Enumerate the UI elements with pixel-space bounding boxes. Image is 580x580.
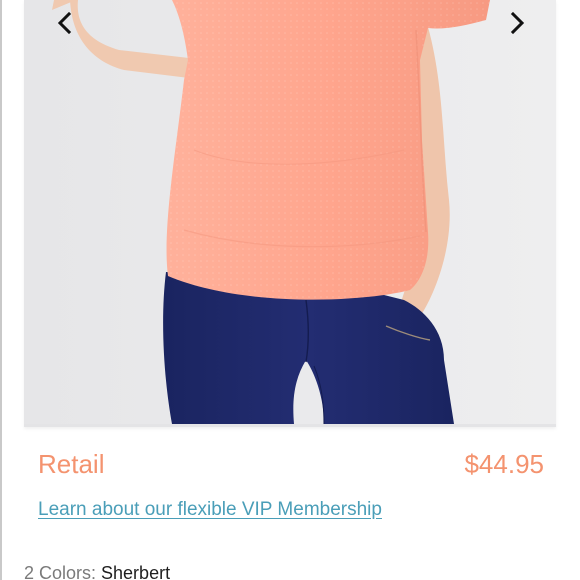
vip-membership-link[interactable]: Learn about our flexible VIP Membership (38, 496, 382, 524)
carousel-next-button[interactable] (502, 8, 532, 38)
page-edge-divider (0, 0, 2, 580)
product-detail-page: Retail $44.95 Learn about our flexible V… (0, 0, 580, 580)
product-image-carousel[interactable] (24, 0, 556, 427)
price-value: $44.95 (464, 449, 544, 479)
carousel-prev-button[interactable] (50, 8, 80, 38)
color-count-label: 2 Colors: (24, 563, 102, 580)
price-row: Retail $44.95 (38, 446, 544, 484)
color-count-row: 2 Colors: Sherbert (24, 561, 170, 580)
chevron-right-icon (510, 12, 525, 34)
selected-color-name: Sherbert (101, 563, 171, 580)
product-photo (24, 0, 556, 424)
chevron-left-icon (57, 12, 72, 34)
price-label: Retail (38, 449, 105, 479)
